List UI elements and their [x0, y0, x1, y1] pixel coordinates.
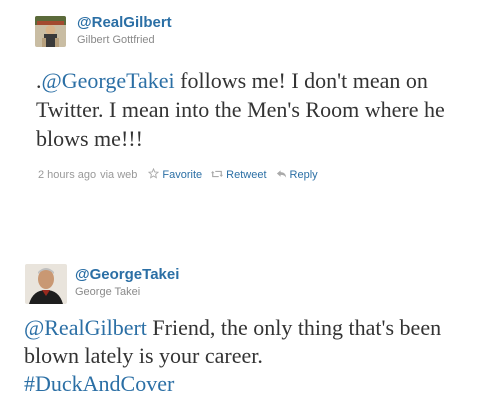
tweet-takei: @GeorgeTakei George Takei @RealGilbert F… — [0, 250, 500, 411]
avatar-gilbert[interactable] — [35, 16, 66, 47]
reply-icon — [276, 169, 290, 182]
favorite-button[interactable]: Favorite — [148, 167, 203, 182]
reply-button[interactable]: Reply — [276, 169, 318, 182]
user-handle[interactable]: @GeorgeTakei — [75, 266, 179, 283]
hashtag-link[interactable]: #DuckAndCover — [24, 371, 174, 396]
tweet-meta: 2 hours ago via web Favorite Retweet Rep… — [38, 167, 327, 182]
favorite-label: Favorite — [162, 169, 203, 181]
star-icon — [148, 167, 162, 182]
tweet-text: @RealGilbert Friend, the only thing that… — [24, 314, 464, 398]
reply-label: Reply — [289, 169, 318, 181]
retweet-label: Retweet — [226, 169, 267, 181]
avatar-takei[interactable] — [25, 264, 67, 304]
user-display-name: George Takei — [75, 286, 141, 298]
retweet-button[interactable]: Retweet — [211, 169, 267, 182]
tweet-gilbert: @RealGilbert Gilbert Gottfried .@GeorgeT… — [0, 0, 500, 200]
user-handle[interactable]: @RealGilbert — [77, 14, 172, 31]
retweet-icon — [211, 169, 226, 182]
tweet-text: .@GeorgeTakei follows me! I don't mean o… — [36, 66, 476, 153]
timestamp[interactable]: 2 hours ago — [38, 169, 96, 181]
via-source: via web — [100, 169, 138, 181]
mention-link[interactable]: @GeorgeTakei — [42, 68, 175, 93]
user-display-name: Gilbert Gottfried — [77, 34, 155, 46]
mention-link[interactable]: @RealGilbert — [24, 315, 147, 340]
